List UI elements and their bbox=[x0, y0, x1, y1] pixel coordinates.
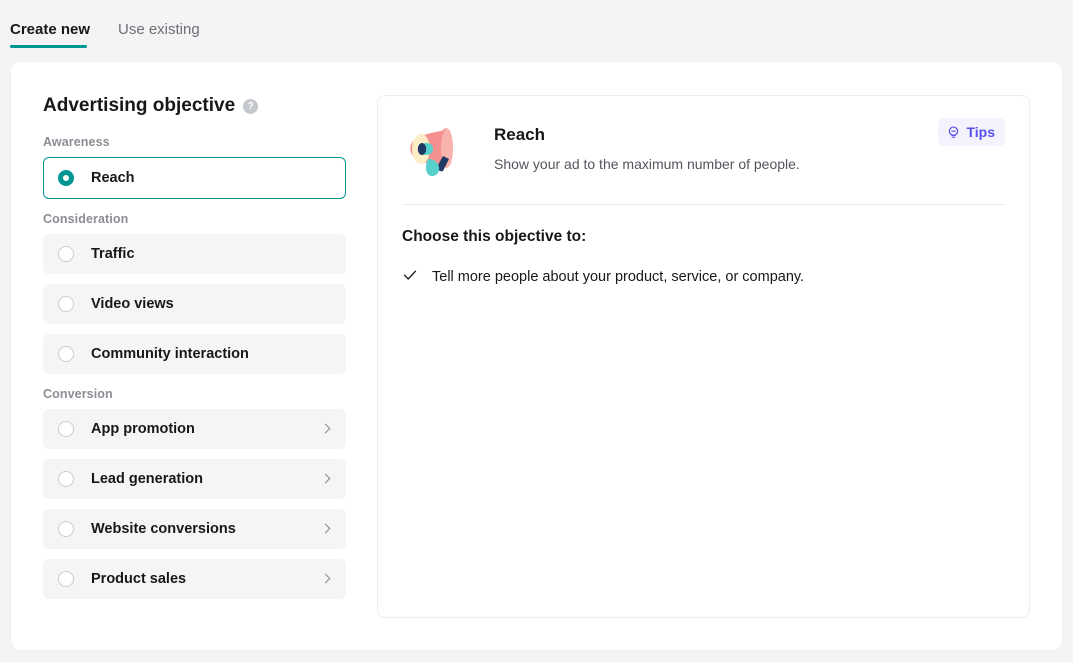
detail-text: Reach Show your ad to the maximum number… bbox=[494, 118, 800, 174]
sidebar-item-app-promotion[interactable]: App promotion bbox=[43, 409, 346, 449]
sidebar-item-website-conversions[interactable]: Website conversions bbox=[43, 509, 346, 549]
sidebar-item-traffic[interactable]: Traffic bbox=[43, 234, 346, 274]
detail-description: Show your ad to the maximum number of pe… bbox=[494, 156, 800, 172]
sidebar-item-label: Community interaction bbox=[91, 346, 249, 362]
group-label-consideration: Consideration bbox=[43, 212, 129, 226]
active-tab-indicator bbox=[10, 45, 87, 48]
group-label-awareness: Awareness bbox=[43, 135, 110, 149]
choose-objective-heading: Choose this objective to: bbox=[402, 228, 587, 245]
sidebar-item-video-views[interactable]: Video views bbox=[43, 284, 346, 324]
sidebar-item-label: Product sales bbox=[91, 571, 187, 587]
sidebar-item-product-sales[interactable]: Product sales bbox=[43, 559, 346, 599]
radio-community-interaction[interactable] bbox=[58, 346, 74, 362]
check-icon bbox=[403, 270, 417, 280]
chevron-right-icon[interactable] bbox=[319, 522, 333, 536]
benefit-list: Tell more people about your product, ser… bbox=[378, 267, 1029, 287]
sidebar-item-label: Reach bbox=[91, 170, 135, 186]
objective-group-consideration: Consideration Traffic Video views Commun… bbox=[43, 211, 346, 374]
group-label-conversion: Conversion bbox=[43, 387, 113, 401]
radio-video-views[interactable] bbox=[58, 296, 74, 312]
chevron-right-icon[interactable] bbox=[319, 422, 333, 436]
lightbulb-icon bbox=[949, 125, 959, 138]
sidebar-item-reach[interactable]: Reach bbox=[43, 157, 346, 199]
objective-group-awareness: Awareness Reach bbox=[43, 134, 346, 199]
radio-lead-generation[interactable] bbox=[58, 471, 74, 487]
chevron-right-icon[interactable] bbox=[319, 572, 333, 586]
tips-button[interactable]: Tips bbox=[938, 118, 1005, 146]
sidebar-item-label: Traffic bbox=[91, 246, 135, 262]
detail-title: Reach bbox=[494, 125, 546, 144]
chevron-right-icon[interactable] bbox=[319, 472, 333, 486]
main-card: Advertising objective ? Awareness Reach … bbox=[11, 62, 1062, 650]
sidebar-item-lead-generation[interactable]: Lead generation bbox=[43, 459, 346, 499]
page-title: Advertising objective ? bbox=[43, 94, 346, 118]
radio-website-conversions[interactable] bbox=[58, 521, 74, 537]
tab-bar: Create new Use existing bbox=[0, 0, 1073, 52]
detail-header: Reach Show your ad to the maximum number… bbox=[378, 96, 1029, 180]
sidebar-item-label: App promotion bbox=[91, 421, 195, 437]
tab-create-new[interactable]: Create new bbox=[10, 20, 90, 40]
radio-product-sales[interactable] bbox=[58, 571, 74, 587]
page-title-label: Advertising objective bbox=[43, 95, 236, 116]
tips-button-label: Tips bbox=[966, 124, 995, 140]
sidebar-item-label: Lead generation bbox=[91, 471, 203, 487]
list-item: Tell more people about your product, ser… bbox=[402, 267, 1005, 287]
radio-reach[interactable] bbox=[58, 170, 74, 186]
benefit-text: Tell more people about your product, ser… bbox=[432, 269, 805, 285]
help-circle-icon[interactable]: ? bbox=[243, 98, 259, 114]
objective-group-conversion: Conversion App promotion Lead generation… bbox=[43, 386, 346, 599]
header-divider bbox=[402, 204, 1005, 205]
radio-app-promotion[interactable] bbox=[58, 421, 74, 437]
sidebar-item-label: Website conversions bbox=[91, 521, 236, 537]
radio-traffic[interactable] bbox=[58, 246, 74, 262]
tab-use-existing[interactable]: Use existing bbox=[118, 20, 200, 40]
sidebar-item-community-interaction[interactable]: Community interaction bbox=[43, 334, 346, 374]
objective-sidebar: Advertising objective ? Awareness Reach … bbox=[43, 94, 346, 609]
megaphone-illustration bbox=[410, 128, 453, 176]
objective-detail-panel: Reach Show your ad to the maximum number… bbox=[377, 95, 1030, 618]
sidebar-item-label: Video views bbox=[91, 296, 174, 312]
